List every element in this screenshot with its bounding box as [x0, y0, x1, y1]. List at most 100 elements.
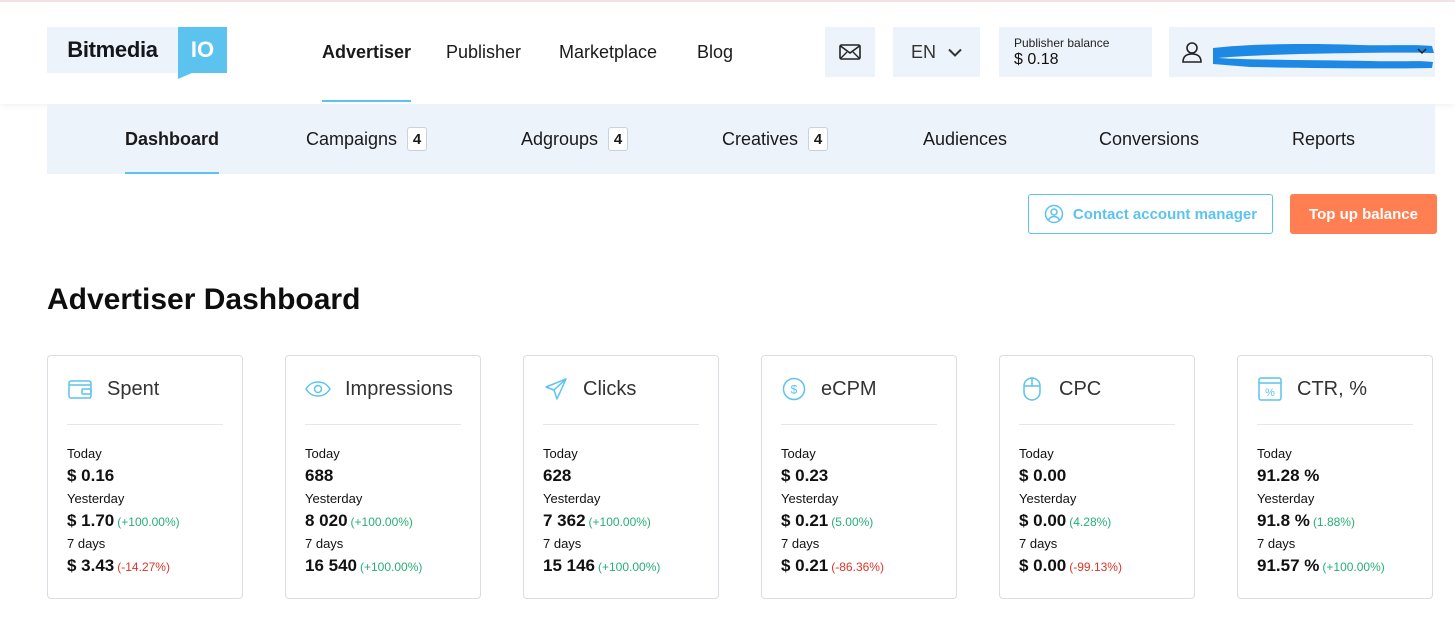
logo[interactable]: Bitmedia IO: [47, 27, 227, 79]
tab-label: Conversions: [1099, 128, 1200, 149]
balance-value: $ 0.18: [1014, 50, 1059, 68]
language-select[interactable]: EN: [893, 27, 980, 77]
delta-week: (+100.00%): [360, 560, 423, 574]
count-badge: 4: [407, 127, 428, 151]
count-badge: 4: [608, 127, 629, 151]
nav-marketplace[interactable]: Marketplace: [559, 2, 657, 102]
value-today: $ 0.23: [781, 466, 829, 485]
card-title: CTR, %: [1297, 378, 1367, 400]
tab-conversions[interactable]: Conversions: [1099, 104, 1199, 174]
logo-text: Bitmedia: [47, 27, 178, 73]
redacted-username: [1213, 44, 1434, 69]
period-label-week: 7 days: [305, 536, 344, 551]
sub-nav: Dashboard Campaigns 4 Adgroups 4 Creativ…: [47, 104, 1435, 174]
delta-yesterday: (+100.00%): [350, 515, 413, 529]
card-stats: Today $ 0.16 Yesterday $ 1.70 (+100.00%) …: [67, 445, 232, 580]
value-yesterday: $ 1.70 (+100.00%): [67, 511, 180, 530]
publisher-balance[interactable]: Publisher balance $ 0.18: [999, 27, 1152, 77]
mouse-icon: [1019, 376, 1045, 402]
period-label-today: Today: [67, 446, 102, 461]
svg-text:$: $: [791, 383, 798, 397]
tab-creatives[interactable]: Creatives 4: [722, 104, 829, 174]
tab-campaigns[interactable]: Campaigns 4: [306, 104, 428, 174]
delta-week: (-86.36%): [831, 560, 884, 574]
tab-label: Campaigns: [306, 128, 398, 149]
user-circle-icon: [1044, 204, 1064, 224]
contact-account-manager-button[interactable]: Contact account manager: [1028, 194, 1273, 234]
value-today: $ 0.00: [1019, 466, 1067, 485]
value-today: 628: [543, 466, 572, 485]
card-stats: Today $ 0.23 Yesterday $ 0.21 (5.00%) 7 d…: [781, 445, 946, 580]
value-week: 15 146 (+100.00%): [543, 556, 661, 575]
tab-label: Adgroups: [521, 128, 599, 149]
metric-card-cpc: CPC Today $ 0.00 Yesterday $ 0.00 (4.28%)…: [999, 355, 1195, 599]
period-label-week: 7 days: [543, 536, 582, 551]
delta-yesterday: (1.88%): [1312, 515, 1355, 529]
period-label-today: Today: [543, 446, 578, 461]
value-today: 688: [305, 466, 334, 485]
period-label-yesterday: Yesterday: [781, 491, 839, 506]
nav-advertiser[interactable]: Advertiser: [322, 2, 412, 102]
wallet-icon: [67, 376, 93, 402]
percent-icon: %: [1257, 376, 1283, 402]
nav-blog[interactable]: Blog: [697, 2, 733, 102]
value-week: 91.57 % (+100.00%): [1257, 556, 1385, 575]
card-title: Spent: [107, 378, 160, 400]
delta-week: (-99.13%): [1069, 560, 1122, 574]
tab-dashboard[interactable]: Dashboard: [125, 104, 220, 174]
metric-card-clicks: Clicks Today 628 Yesterday 7 362 (+100.00…: [523, 355, 719, 599]
logo-badge: IO: [178, 27, 227, 73]
value-yesterday: $ 0.00 (4.28%): [1019, 511, 1112, 530]
value-yesterday: 7 362 (+100.00%): [543, 511, 651, 530]
card-header: Spent: [67, 376, 223, 425]
card-stats: Today 688 Yesterday 8 020 (+100.00%) 7 da…: [305, 445, 470, 580]
card-header: $ eCPM: [781, 376, 937, 425]
period-label-week: 7 days: [1257, 536, 1296, 551]
value-yesterday: $ 0.21 (5.00%): [781, 511, 874, 530]
value-week: 16 540 (+100.00%): [305, 556, 423, 575]
tab-label: Audiences: [923, 128, 1008, 149]
value-today: $ 0.16: [67, 466, 115, 485]
period-label-yesterday: Yesterday: [1019, 491, 1077, 506]
tab-label: Creatives: [722, 128, 799, 149]
nav-publisher[interactable]: Publisher: [446, 2, 521, 102]
metric-card-spent: Spent Today $ 0.16 Yesterday $ 1.70 (+100…: [47, 355, 243, 599]
value-yesterday: 8 020 (+100.00%): [305, 511, 413, 530]
tab-adgroups[interactable]: Adgroups 4: [521, 104, 629, 174]
card-title: Clicks: [583, 378, 637, 400]
card-header: CPC: [1019, 376, 1175, 425]
card-title: eCPM: [821, 378, 877, 400]
balance-label: Publisher balance: [1014, 35, 1110, 50]
delta-yesterday: (+100.00%): [117, 515, 180, 529]
delta-week: (-14.27%): [117, 560, 170, 574]
card-stats: Today $ 0.00 Yesterday $ 0.00 (4.28%) 7 d…: [1019, 445, 1184, 580]
value-yesterday: 91.8 % (1.88%): [1257, 511, 1355, 530]
value-week: $ 0.21 (-86.36%): [781, 556, 884, 575]
tab-reports[interactable]: Reports: [1292, 104, 1355, 174]
svg-text:%: %: [1265, 387, 1275, 399]
card-stats: Today 628 Yesterday 7 362 (+100.00%) 7 da…: [543, 445, 708, 580]
top-up-balance-button[interactable]: Top up balance: [1290, 194, 1437, 234]
delta-week: (+100.00%): [1322, 560, 1385, 574]
tab-label: Reports: [1292, 128, 1356, 149]
delta-yesterday: (4.28%): [1069, 515, 1112, 529]
user-icon: [1182, 42, 1202, 63]
page-title: Advertiser Dashboard: [47, 283, 361, 316]
messages-button[interactable]: [825, 27, 875, 77]
card-title: Impressions: [345, 378, 453, 400]
value-week: $ 3.43 (-14.27%): [67, 556, 170, 575]
period-label-yesterday: Yesterday: [1257, 491, 1315, 506]
metric-card-ctr: % CTR, % Today 91.28 % Yesterday 91.8 %(…: [1237, 355, 1433, 599]
tab-audiences[interactable]: Audiences: [923, 104, 1007, 174]
period-label-week: 7 days: [1019, 536, 1058, 551]
period-label-today: Today: [1019, 446, 1054, 461]
delta-week: (+100.00%): [598, 560, 661, 574]
chevron-down-icon: [948, 48, 962, 57]
header: Bitmedia IO Advertiser Publisher Marketp…: [0, 2, 1455, 104]
eye-icon: [305, 376, 331, 402]
language-value: EN: [910, 41, 936, 62]
card-stats: Today 91.28 % Yesterday 91.8 % (1.88%) 7 …: [1257, 445, 1422, 580]
metric-card-impressions: Impressions Today 688 Yesterday 8 020 (+1…: [285, 355, 481, 599]
logo-tail: [178, 73, 192, 79]
period-label-week: 7 days: [67, 536, 106, 551]
